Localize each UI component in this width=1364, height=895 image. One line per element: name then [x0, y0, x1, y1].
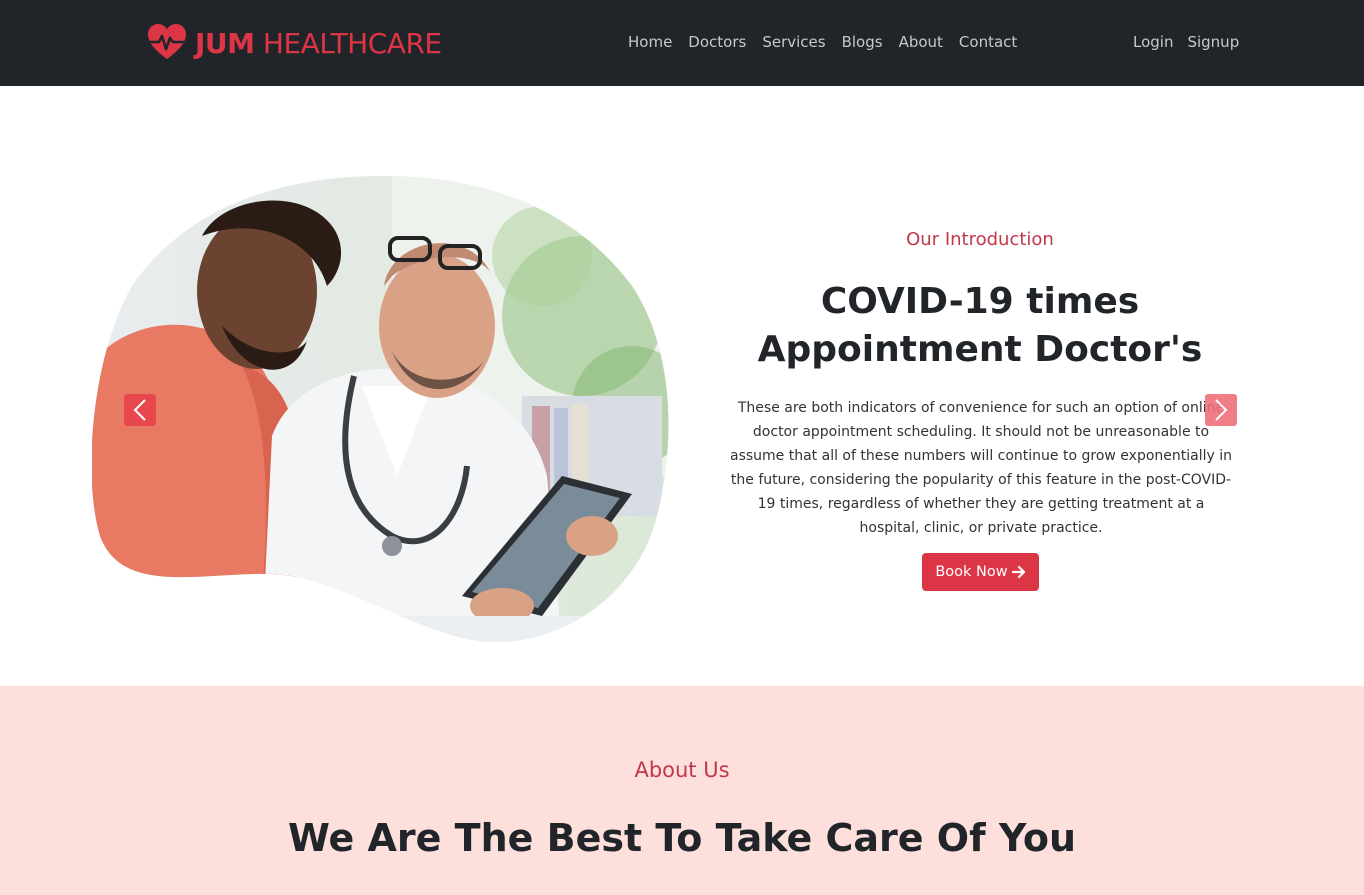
- about-label: About Us: [634, 758, 730, 782]
- brand-logo[interactable]: JUM HEALTHCARE: [147, 18, 442, 68]
- heart-pulse-icon: [148, 24, 186, 59]
- nav-about[interactable]: About: [891, 30, 951, 54]
- main-nav: Home Doctors Services Blogs About Contac…: [620, 30, 1025, 54]
- hero-title-line-2: Appointment Doctor's: [757, 329, 1203, 370]
- book-now-button[interactable]: Book Now: [922, 553, 1039, 591]
- nav-services[interactable]: Services: [754, 30, 833, 54]
- hero-title: COVID-19 times Appointment Doctor's: [730, 278, 1230, 374]
- nav-doctors[interactable]: Doctors: [680, 30, 754, 54]
- carousel-prev-button[interactable]: [124, 394, 156, 426]
- about-section: About Us We Are The Best To Take Care Of…: [0, 686, 1364, 895]
- arrow-right-icon: [1011, 565, 1025, 579]
- chevron-right-icon: [1215, 399, 1228, 421]
- hero-carousel: Our Introduction COVID-19 times Appointm…: [0, 86, 1364, 686]
- auth-nav: Login Signup: [1126, 30, 1246, 54]
- brand-name: JUM HEALTHCARE: [195, 26, 442, 60]
- chevron-left-icon: [133, 399, 146, 421]
- hero-title-line-1: COVID-19 times: [820, 281, 1140, 322]
- book-now-label: Book Now: [935, 564, 1008, 580]
- hero-image: [92, 176, 669, 643]
- signup-link[interactable]: Signup: [1180, 30, 1246, 54]
- login-link[interactable]: Login: [1126, 30, 1180, 54]
- navbar: JUM HEALTHCARE Home Doctors Services Blo…: [0, 0, 1364, 86]
- intro-label: Our Introduction: [906, 229, 1054, 250]
- carousel-next-button[interactable]: [1205, 394, 1237, 426]
- nav-blogs[interactable]: Blogs: [834, 30, 891, 54]
- about-title: We Are The Best To Take Care Of You: [287, 816, 1077, 860]
- nav-contact[interactable]: Contact: [951, 30, 1025, 54]
- nav-home[interactable]: Home: [620, 30, 680, 54]
- hero-description: These are both indicators of convenience…: [730, 400, 1232, 536]
